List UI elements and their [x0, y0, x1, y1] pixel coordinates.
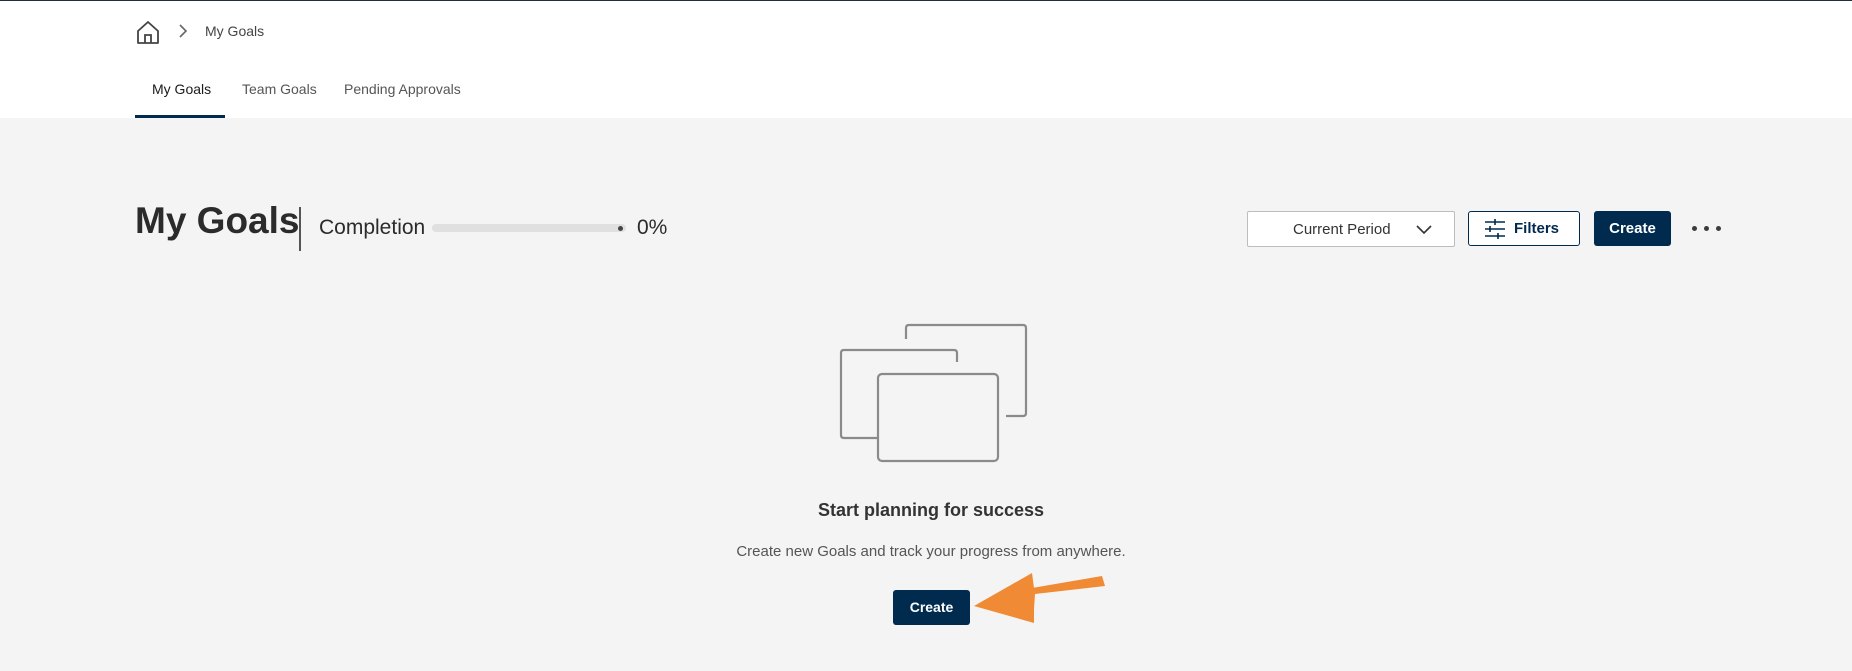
title-divider: [299, 207, 301, 251]
tab-my-goals[interactable]: My Goals: [152, 81, 211, 97]
completion-label: Completion: [319, 216, 426, 239]
annotation-arrow-icon: [974, 573, 1105, 623]
tab-pending-approvals[interactable]: Pending Approvals: [344, 81, 461, 97]
progress-marker: [618, 226, 623, 231]
completion-value: 0%: [637, 216, 668, 239]
page-title: My Goals: [135, 200, 300, 241]
empty-state-title: Start planning for success: [817, 500, 1045, 520]
empty-state-subtitle: Create new Goals and track your progress…: [736, 543, 1126, 560]
chevron-right-icon: [179, 24, 188, 38]
active-tab-indicator: [135, 115, 225, 118]
sliders-icon: [1485, 219, 1505, 239]
more-horizontal-icon[interactable]: [1689, 216, 1723, 240]
create-button-empty-state[interactable]: Create: [893, 590, 970, 625]
home-icon[interactable]: [135, 19, 161, 45]
stacked-cards-icon: [839, 323, 1028, 463]
breadcrumb-current: My Goals: [205, 23, 265, 39]
period-select-value: Current Period: [1293, 221, 1391, 238]
page-header: My Goals My Goals Team Goals Pending App…: [0, 1, 1852, 118]
filters-button[interactable]: Filters: [1468, 211, 1580, 246]
period-select[interactable]: Current Period: [1247, 211, 1455, 247]
create-button-toolbar[interactable]: Create: [1594, 211, 1671, 246]
filters-label: Filters: [1514, 220, 1560, 237]
chevron-down-icon: [1416, 225, 1432, 235]
completion-progress-bar: [432, 224, 626, 232]
tab-team-goals[interactable]: Team Goals: [242, 81, 317, 97]
